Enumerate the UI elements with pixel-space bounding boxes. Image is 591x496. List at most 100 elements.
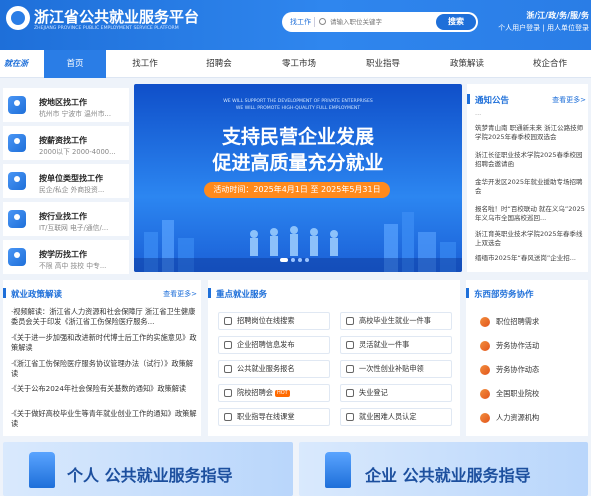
notice-item[interactable]: 报名啦！时“百校联动 就在义乌”2025年义乌市全国高校巡回... — [475, 205, 586, 223]
category-sub: 2000以下 2000-4000... — [39, 148, 116, 156]
search-input[interactable] — [330, 16, 428, 28]
service-online-class[interactable]: 职业指导在线课堂 — [218, 408, 330, 426]
carousel-dot[interactable] — [280, 258, 288, 262]
location-icon — [8, 96, 26, 114]
megaphone-icon — [224, 341, 232, 349]
search-icon — [319, 18, 326, 25]
category-by-region[interactable]: 按地区找工作 杭州市 宁波市 温州市... — [3, 88, 129, 122]
section-marker — [467, 94, 470, 104]
site-header: 浙江省公共就业服务平台 ZHEJIANG PROVINCE PUBLIC EMP… — [0, 0, 591, 50]
service-hardship-certification[interactable]: 就业困难人员认定 — [340, 408, 452, 426]
notice-item[interactable]: 金华开发区2025年就业援助专场招聘会 — [475, 178, 586, 196]
category-by-salary[interactable]: 按薪资找工作 2000以下 2000-4000... — [3, 126, 129, 160]
ew-activities[interactable]: 劳务协作活动 — [474, 336, 582, 356]
service-label: 一次性创业补贴申领 — [359, 364, 424, 373]
category-sub: 民企/私企 外商投资... — [39, 186, 105, 194]
nav-item-school-enterprise[interactable]: 校企合作 — [518, 50, 582, 78]
ew-vocational-schools[interactable]: 全国职业院校 — [474, 384, 582, 404]
key-services-title: 重点就业服务 — [216, 290, 268, 300]
service-label: 院校招聘会 — [237, 388, 273, 397]
industry-icon — [8, 210, 26, 228]
category-by-industry[interactable]: 按行业找工作 IT/互联网 电子/通信/... — [3, 202, 129, 236]
service-campus-fair[interactable]: 院校招聘会 HOT — [218, 384, 330, 402]
school-icon — [480, 389, 490, 399]
video-icon — [224, 413, 232, 421]
site-subtitle: ZHEJIANG PROVINCE PUBLIC EMPLOYMENT SERV… — [34, 26, 179, 31]
policy-item[interactable]: ·视频解读：浙江省人力资源和社会保障厅 浙江省卫生健康委员会关于印发《浙江省工伤… — [11, 307, 197, 327]
ew-job-demand[interactable]: 职位招聘需求 — [474, 312, 582, 332]
service-startup-subsidy[interactable]: 一次性创业补贴申领 — [340, 360, 452, 378]
nav-item-gig-market[interactable]: 零工市场 — [268, 50, 330, 78]
job-demand-icon — [480, 317, 490, 327]
policy-more-link[interactable]: 查看更多> — [163, 289, 197, 299]
service-unemployment-registration[interactable]: 失业登记 — [340, 384, 452, 402]
policy-item[interactable]: ·《关于进一步加强和改进新时代博士后工作的实施意见》政策解读 — [11, 333, 197, 353]
nav-item-policy[interactable]: 政策解读 — [436, 50, 498, 78]
category-title: 按行业找工作 — [39, 212, 87, 221]
document-icon — [346, 389, 354, 397]
carousel-dot[interactable] — [291, 258, 295, 262]
category-title: 按地区找工作 — [39, 98, 87, 107]
key-services-panel: 重点就业服务 招聘岗位在线搜索 高校毕业生就业一件事 企业招聘信息发布 灵活就业… — [208, 280, 460, 436]
nav-item-career-guidance[interactable]: 职业指导 — [352, 50, 414, 78]
nav-item-job-fair[interactable]: 招聘会 — [188, 50, 250, 78]
category-by-company-type[interactable]: 按单位类型找工作 民企/私企 外商投资... — [3, 164, 129, 198]
agency-icon — [480, 413, 490, 423]
logo-icon[interactable] — [6, 6, 30, 30]
hot-badge: HOT — [274, 389, 290, 397]
service-flexible-employment[interactable]: 灵活就业一件事 — [340, 336, 452, 354]
gov-service-link[interactable]: 浙/江/政/务/服/务 — [526, 10, 589, 21]
ew-label: 劳务协作动态 — [496, 365, 540, 374]
section-marker — [3, 288, 6, 298]
graduation-cap-icon — [8, 248, 26, 266]
ew-news[interactable]: 劳务协作动态 — [474, 360, 582, 380]
notice-item[interactable]: 缙缅市2025年“春风送岗”企业招... — [475, 254, 586, 263]
category-sub: 不限 高中 技校 中专... — [39, 262, 107, 270]
nav-brand-logo[interactable]: 就在浙 — [4, 58, 28, 69]
notice-item[interactable]: 浙江长征职业技术学院2025春季校园招聘会邀请函 — [475, 151, 586, 169]
notice-item[interactable]: 筑梦青山南 职通新未来 浙江公路技师学院2025年春季校园双选会 — [475, 124, 586, 142]
ew-hr-agencies[interactable]: 人力资源机构 — [474, 408, 582, 428]
banner-english-line1: WE WILL SUPPORT THE DEVELOPMENT OF PRIVA… — [223, 99, 373, 104]
notice-item[interactable]: ... — [475, 109, 586, 118]
job-category-list: 按地区找工作 杭州市 宁波市 温州市... 按薪资找工作 2000以下 2000… — [3, 84, 129, 274]
carousel-dot[interactable] — [305, 258, 309, 262]
category-sub: IT/互联网 电子/通信/... — [39, 224, 109, 232]
personal-guide-card[interactable]: 个人 公共就业服务指导 — [3, 442, 293, 496]
briefcase-icon — [346, 341, 354, 349]
carousel-dots — [280, 255, 312, 264]
carousel-dot[interactable] — [298, 258, 302, 262]
policy-item[interactable]: ·《关于做好高校毕业生等青年就业创业工作的通知》政策解读 — [11, 409, 197, 429]
policy-item[interactable]: ·《浙江省工伤保险医疗服务协议管理办法（试行）》政策解读 — [11, 359, 197, 379]
notice-item[interactable]: 浙江育英职业技术学院2025年春季线上双选会 — [475, 230, 586, 248]
ew-label: 职位招聘需求 — [496, 317, 540, 326]
enterprise-guide-card[interactable]: 企业 公共就业服务指导 — [299, 442, 588, 496]
service-post-job[interactable]: 企业招聘信息发布 — [218, 336, 330, 354]
category-title: 按学历找工作 — [39, 250, 87, 259]
notice-more-link[interactable]: 查看更多> — [552, 95, 586, 105]
school-icon — [224, 389, 232, 397]
nav-item-home[interactable]: 首页 — [44, 50, 106, 78]
divider — [314, 17, 315, 27]
banner-title-line2: 促进高质量充分就业 — [212, 152, 384, 174]
search-button[interactable]: 搜索 — [436, 14, 476, 30]
main-nav: 就在浙 首页 找工作 招聘会 零工市场 职业指导 政策解读 校企合作 — [0, 50, 591, 78]
service-registration[interactable]: 公共就业服务报名 — [218, 360, 330, 378]
east-west-title: 东西部劳务协作 — [474, 290, 534, 300]
service-graduate-employment[interactable]: 高校毕业生就业一件事 — [340, 312, 452, 330]
policy-panel: 就业政策解读 查看更多> ·视频解读：浙江省人力资源和社会保障厅 浙江省卫生健康… — [3, 280, 201, 436]
policy-item[interactable]: ·《关于公布2024年社会保险有关基数的通知》政策解读 — [11, 384, 197, 394]
search-type-select[interactable]: 找工作 — [290, 17, 311, 27]
news-icon — [480, 365, 490, 375]
hero-banner[interactable]: WE WILL SUPPORT THE DEVELOPMENT OF PRIVA… — [134, 84, 462, 272]
form-icon — [224, 365, 232, 373]
nav-item-find-job[interactable]: 找工作 — [114, 50, 176, 78]
category-title: 按单位类型找工作 — [39, 174, 103, 183]
banner-title-line1: 支持民营企业发展 — [221, 126, 374, 148]
site-title[interactable]: 浙江省公共就业服务平台 — [34, 6, 199, 27]
service-job-search[interactable]: 招聘岗位在线搜索 — [218, 312, 330, 330]
login-links[interactable]: 个人用户登录 | 用人单位登录 — [498, 23, 589, 33]
category-by-education[interactable]: 按学历找工作 不限 高中 技校 中专... — [3, 240, 129, 274]
money-icon — [8, 134, 26, 152]
activity-icon — [480, 341, 490, 351]
